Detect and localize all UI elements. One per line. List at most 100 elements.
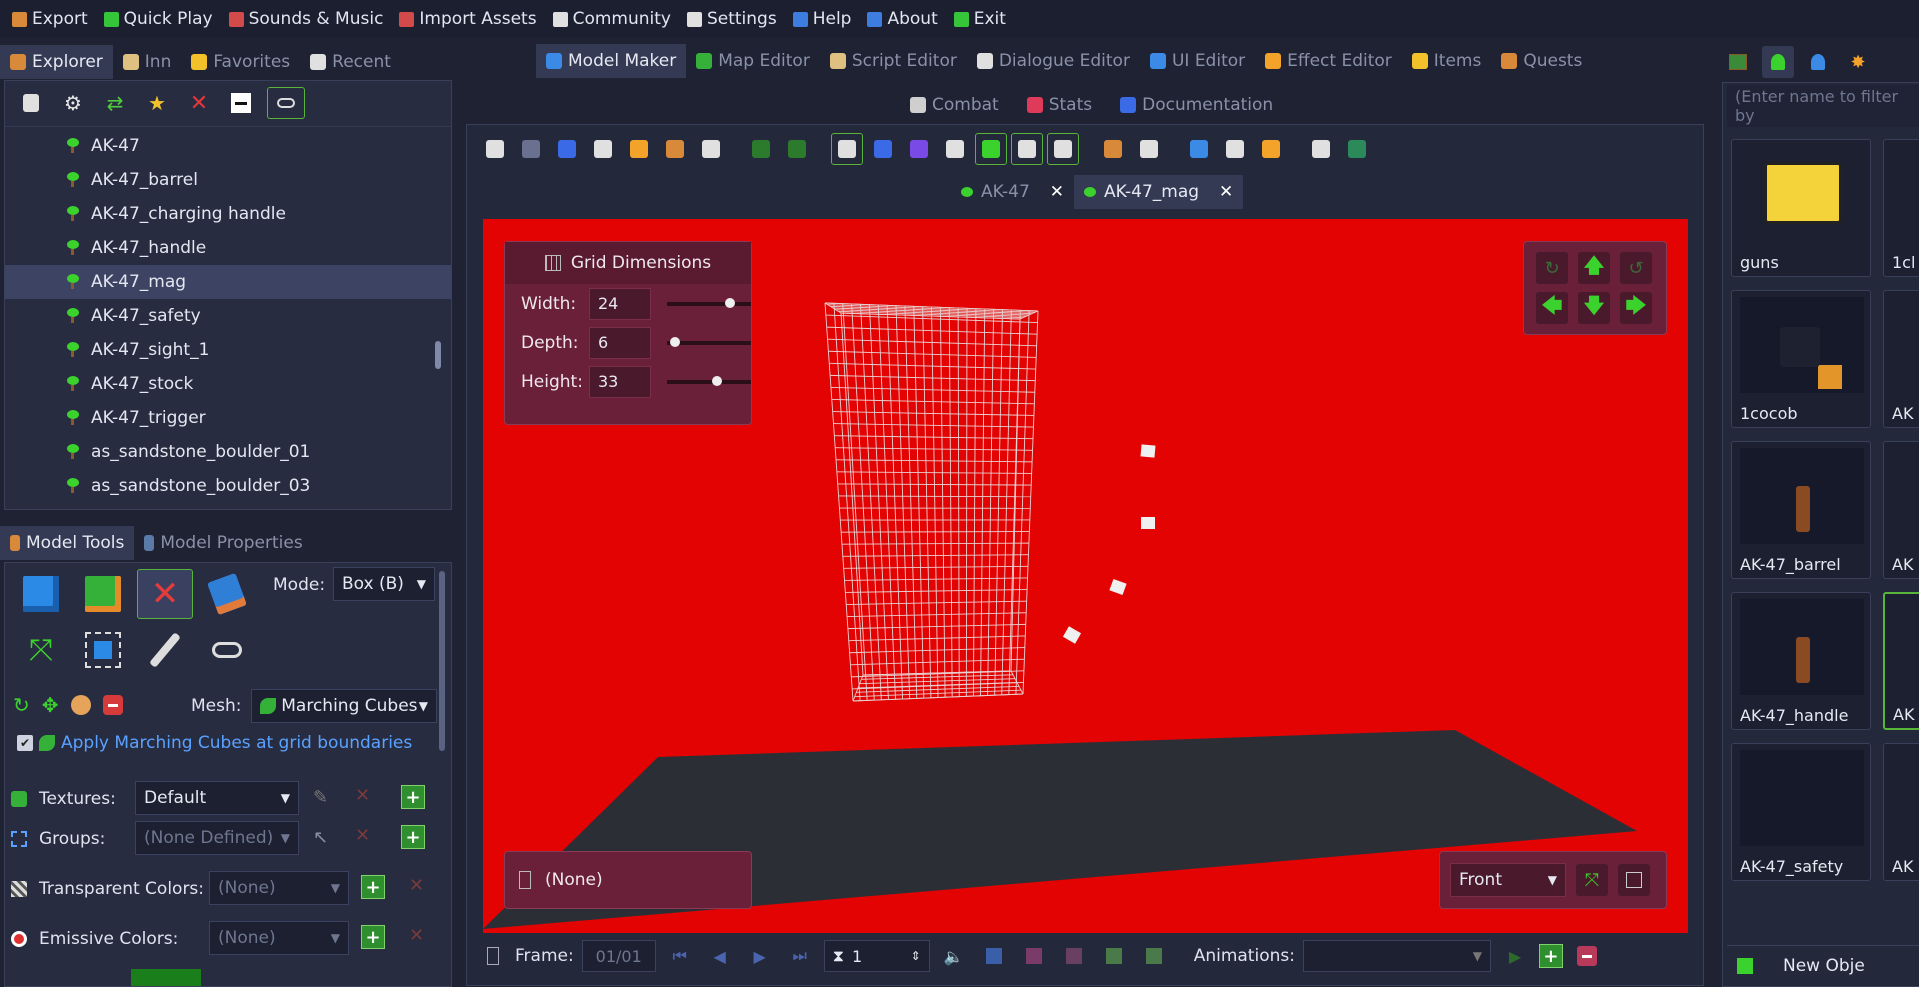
move-up-button[interactable]: 🡅 [1578,252,1610,284]
asset-thumbnail[interactable]: 1cl [1883,139,1919,277]
bucket-fill-tool[interactable] [199,569,255,619]
grid-depth-slider[interactable] [667,336,751,347]
apply-mc-checkbox[interactable]: ✔ [17,735,33,751]
menu-settings[interactable]: Settings [681,4,783,34]
apply-mc-label[interactable]: Apply Marching Cubes at grid boundaries [61,733,412,753]
fit-view-button[interactable]: ⤧ [1576,864,1608,896]
remove-texture-icon[interactable]: ✕ [355,785,370,806]
save-button[interactable] [515,133,547,165]
rotate-icon[interactable]: ↻ [13,693,30,717]
asset-thumbnail[interactable]: AK-47_safety [1731,743,1871,881]
emissive-colors-select[interactable]: (None) ▼ [209,921,349,955]
transparent-colors-select[interactable]: (None) ▼ [209,871,349,905]
remove-group-icon[interactable]: ✕ [355,825,370,846]
rotate-right-button[interactable]: ↺ [1620,252,1652,284]
asset-thumbnail[interactable]: AK-47_handle [1731,592,1871,730]
menu-help[interactable]: Help [787,4,858,34]
new-model-button[interactable] [479,133,511,165]
explorer-scrollbar[interactable] [435,341,441,369]
link-view-button[interactable] [1133,133,1165,165]
remove-emissive-icon[interactable]: ✕ [409,925,424,946]
redo-button[interactable] [781,133,813,165]
last-frame-button[interactable]: ⏭ [784,940,816,972]
move-right-button[interactable]: 🡆 [1620,292,1652,324]
menu-quick-play[interactable]: Quick Play [98,4,219,34]
tab-favorites[interactable]: Favorites [181,45,300,79]
settings-button[interactable] [1305,133,1337,165]
tab-dialogue-editor[interactable]: Dialogue Editor [967,44,1140,78]
tab-effect-editor[interactable]: Effect Editor [1255,44,1402,78]
tab-items[interactable]: Items [1402,44,1492,78]
tab-map-editor[interactable]: Map Editor [686,44,820,78]
cursor-icon[interactable]: ↖ [313,827,328,848]
new-file-button[interactable] [15,87,47,119]
copy-frame-button[interactable] [1058,940,1090,972]
tree-item[interactable]: AK-47_safety [5,299,451,333]
grid-width-input[interactable]: 24 [589,287,651,320]
steam-button[interactable] [695,133,727,165]
open-button[interactable] [623,133,655,165]
delete-button[interactable]: ✕ [183,87,215,119]
tree-item[interactable]: AK-47_stock [5,367,451,401]
tab-model-maker[interactable]: Model Maker [536,44,687,78]
folder-button[interactable] [1255,133,1287,165]
select-tool[interactable] [75,625,131,675]
tree-item[interactable]: as_sandstone_boulder_03 [5,469,451,503]
tree-item[interactable]: AK-47 [5,129,451,163]
menu-import-assets[interactable]: Import Assets [393,4,542,34]
move-icon[interactable]: ✥ [42,693,59,717]
pattern-button[interactable] [1219,133,1251,165]
mesh-select[interactable]: Marching Cubes ▼ [251,689,437,723]
expand-tool[interactable]: ⤧ [13,625,69,675]
settings-button[interactable]: ⚙ [57,87,89,119]
refresh-button[interactable]: ⇄ [99,87,131,119]
sound-button[interactable]: 🔈 [938,940,970,972]
favorite-button[interactable]: ★ [141,87,173,119]
add-group-button[interactable]: + [401,825,425,849]
move-left-button[interactable]: 🡄 [1536,292,1568,324]
group-selector[interactable]: (None) [504,851,752,909]
undo-button[interactable] [745,133,777,165]
tree-item[interactable]: AK-47_handle [5,231,451,265]
tree-item[interactable]: AK-47_charging handle [5,197,451,231]
frame-input[interactable]: 01/01 [581,940,656,972]
slider-handle[interactable] [712,375,723,386]
add-box-tool[interactable] [13,569,69,619]
tab-script-editor[interactable]: Script Editor [820,44,967,78]
grid-height-input[interactable]: 33 [589,365,651,398]
tab-model-tools[interactable]: Model Tools [0,526,135,560]
tree-item[interactable]: AK-47_barrel [5,163,451,197]
play-animation-button[interactable]: ▶ [1499,940,1531,972]
collapse-button[interactable] [225,87,257,119]
tab-explorer[interactable]: Explorer [0,45,113,79]
import-button[interactable] [659,133,691,165]
remove-transparent-icon[interactable]: ✕ [409,875,424,896]
prev-frame-button[interactable]: ◀ [704,940,736,972]
tab-documentation[interactable]: Documentation [1110,88,1283,122]
paint-tool[interactable] [75,569,131,619]
frame-tool-button[interactable] [1018,940,1050,972]
tree-item[interactable]: AK-47_trigger [5,401,451,435]
export-button[interactable] [1341,133,1373,165]
material-button[interactable] [1097,133,1129,165]
add-texture-button[interactable]: + [401,785,425,809]
slider-handle[interactable] [725,297,735,308]
view-select[interactable]: Front ▼ [1450,863,1566,897]
grid-depth-input[interactable]: 6 [589,326,651,359]
floor-toggle-button[interactable] [975,133,1007,165]
right-tab-models[interactable] [1762,46,1794,78]
menu-about[interactable]: About [861,4,943,34]
doc-tab[interactable]: AK-47_mag ✕ [1074,175,1244,209]
groups-select[interactable]: (None Defined) ▼ [135,821,299,855]
viewport[interactable]: Grid Dimensions Width: 24 Depth: 6 Height: 33… [483,219,1688,933]
link-tool[interactable] [199,625,255,675]
right-tab-map[interactable] [1722,46,1754,78]
move-down-button[interactable]: 🡇 [1578,292,1610,324]
tree-item[interactable]: AK-47_mag [5,265,451,299]
menu-sounds-music[interactable]: Sounds & Music [223,4,390,34]
menu-exit[interactable]: Exit [948,4,1012,34]
rotate-left-button[interactable]: ↻ [1536,252,1568,284]
mode-select[interactable]: Box (B) ▼ [333,567,435,601]
new-object-button[interactable]: New Obje [1783,956,1865,976]
textures-select[interactable]: Default ▼ [135,781,299,815]
